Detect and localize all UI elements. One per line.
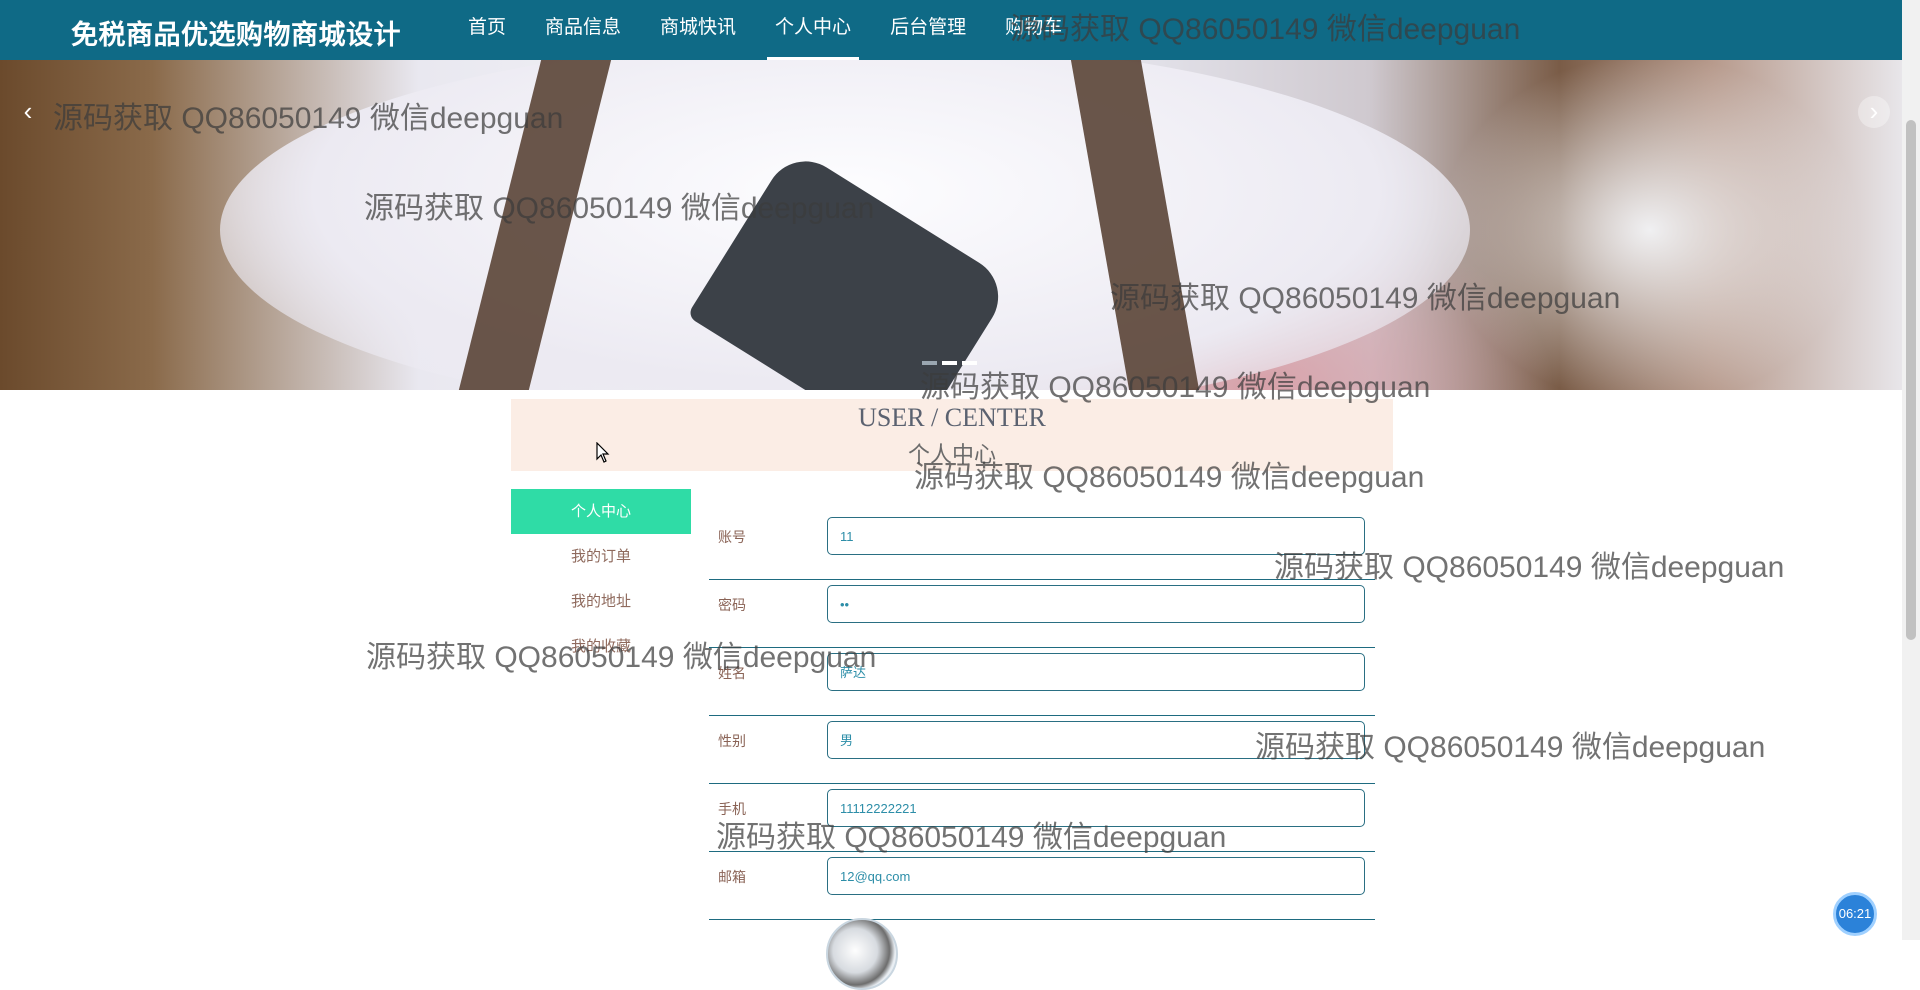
field-label: 姓名 [718, 665, 746, 681]
form-row-account: 账号 11 [709, 512, 1375, 580]
scrollbar-thumb[interactable] [1906, 120, 1916, 640]
sidebar-item-orders[interactable]: 我的订单 [511, 534, 691, 579]
carousel-dot[interactable] [922, 361, 937, 365]
profile-form: 账号 11 密码 •• 姓名 萨达 性别 男 手机 11112222221 邮箱… [709, 512, 1375, 920]
field-label: 账号 [718, 529, 746, 545]
nav-home[interactable]: 首页 [460, 0, 514, 60]
sidebar-item-favorites[interactable]: 我的收藏 [511, 624, 691, 669]
floating-clock[interactable]: 06:21 [1833, 892, 1877, 936]
field-label: 密码 [718, 597, 746, 613]
gender-field[interactable]: 男 [827, 721, 1365, 759]
nav-cart[interactable]: 购物车 [997, 0, 1070, 60]
chevron-right-icon[interactable]: › [1858, 96, 1890, 128]
banner-carousel: ‹ › [0, 60, 1902, 390]
site-brand[interactable]: 免税商品优选购物商城设计 [71, 13, 401, 52]
form-row-gender: 性别 男 [709, 716, 1375, 784]
field-label: 性别 [718, 733, 746, 749]
chevron-left-icon[interactable]: ‹ [12, 96, 44, 128]
account-field[interactable]: 11 [827, 517, 1365, 555]
form-row-phone: 手机 11112222221 [709, 784, 1375, 852]
carousel-dot[interactable] [962, 361, 977, 365]
nav-products[interactable]: 商品信息 [537, 0, 629, 60]
phone-field[interactable]: 11112222221 [827, 789, 1365, 827]
carousel-dot[interactable] [942, 361, 957, 365]
section-title-en: USER / CENTER [858, 403, 1046, 432]
name-field[interactable]: 萨达 [827, 653, 1365, 691]
carousel-indicators [922, 361, 977, 365]
section-title-box: USER / CENTER 个人中心 [511, 399, 1393, 471]
password-field[interactable]: •• [827, 585, 1365, 623]
user-sidebar: 个人中心 我的订单 我的地址 我的收藏 [511, 489, 691, 669]
avatar[interactable] [826, 918, 898, 990]
section-title-cn: 个人中心 [907, 442, 996, 467]
form-row-password: 密码 •• [709, 580, 1375, 648]
email-field[interactable]: 12@qq.com [827, 857, 1365, 895]
mouse-cursor-icon [596, 442, 610, 463]
field-label: 手机 [718, 801, 746, 817]
sidebar-item-address[interactable]: 我的地址 [511, 579, 691, 624]
form-row-email: 邮箱 12@qq.com [709, 852, 1375, 920]
main-nav: 首页 商品信息 商城快讯 个人中心 后台管理 购物车 [460, 0, 1093, 60]
nav-admin[interactable]: 后台管理 [882, 0, 974, 60]
top-navbar: 免税商品优选购物商城设计 首页 商品信息 商城快讯 个人中心 后台管理 购物车 [0, 0, 1902, 60]
field-label: 邮箱 [718, 869, 746, 885]
sidebar-item-user-center[interactable]: 个人中心 [511, 489, 691, 534]
form-row-name: 姓名 萨达 [709, 648, 1375, 716]
nav-news[interactable]: 商城快讯 [652, 0, 744, 60]
nav-user-center[interactable]: 个人中心 [767, 0, 860, 60]
page-scrollbar[interactable] [1902, 0, 1920, 940]
